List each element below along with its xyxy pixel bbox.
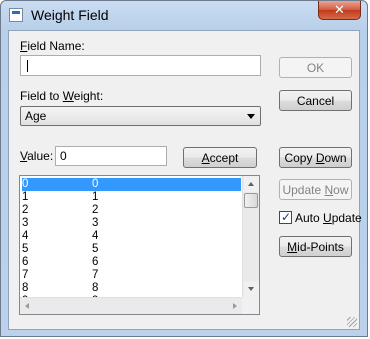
- list-item[interactable]: 55: [22, 243, 241, 256]
- field-name-input[interactable]: [20, 55, 261, 76]
- title-bar[interactable]: Weight Field ✕: [1, 1, 367, 29]
- ok-button[interactable]: OK: [279, 57, 352, 78]
- horizontal-scrollbar[interactable]: [20, 297, 242, 314]
- accept-button[interactable]: Accept: [183, 147, 257, 168]
- update-now-button[interactable]: Update Now: [279, 179, 352, 200]
- list-item[interactable]: 11: [22, 191, 241, 204]
- scroll-up-button[interactable]: [244, 176, 259, 192]
- field-name-label: Field Name:: [20, 39, 85, 53]
- window-title: Weight Field: [31, 7, 109, 23]
- scroll-thumb[interactable]: [244, 193, 258, 208]
- list-item[interactable]: 22: [22, 204, 241, 217]
- scroll-right-arrow-icon[interactable]: [233, 303, 237, 309]
- cancel-button[interactable]: Cancel: [279, 90, 352, 111]
- list-item[interactable]: 77: [22, 269, 241, 282]
- resize-grip-icon[interactable]: [347, 317, 357, 327]
- scroll-down-button[interactable]: [244, 281, 259, 297]
- field-to-weight-value: Age: [25, 109, 47, 123]
- dialog-body: Field Name: Field to Weight: Age Value: …: [8, 30, 362, 330]
- value-input[interactable]: 0: [55, 146, 167, 166]
- scroll-left-arrow-icon[interactable]: [25, 303, 29, 309]
- auto-update-checkbox[interactable]: ✓: [279, 210, 292, 224]
- list-item[interactable]: 00: [22, 178, 241, 191]
- copy-down-button[interactable]: Copy Down: [279, 147, 352, 168]
- value-text: 0: [60, 149, 67, 163]
- weight-field-dialog: Weight Field ✕ Field Name: Field to Weig…: [0, 0, 368, 337]
- chevron-down-icon: [247, 114, 255, 119]
- vertical-scrollbar[interactable]: [242, 176, 259, 297]
- close-button[interactable]: ✕: [318, 1, 361, 20]
- text-caret: [27, 60, 28, 72]
- mid-points-button[interactable]: Mid-Points: [279, 236, 352, 257]
- window-app-icon: [9, 8, 23, 22]
- value-label: Value:: [20, 149, 54, 163]
- field-to-weight-label: Field to Weight:: [20, 89, 104, 103]
- list-item[interactable]: 33: [22, 217, 241, 230]
- weights-list[interactable]: 00 11 22 33 44 55 66 77 88 99: [19, 175, 260, 315]
- scrollbar-corner: [242, 297, 259, 314]
- close-icon: ✕: [334, 2, 345, 17]
- scroll-up-arrow-icon: [248, 182, 254, 186]
- list-item[interactable]: 66: [22, 256, 241, 269]
- list-item[interactable]: 88: [22, 282, 241, 295]
- scroll-down-arrow-icon: [248, 287, 254, 291]
- auto-update-label[interactable]: Auto Update: [295, 211, 362, 225]
- checkmark-icon: ✓: [281, 210, 292, 224]
- field-to-weight-select[interactable]: Age: [20, 106, 261, 126]
- list-item[interactable]: 44: [22, 230, 241, 243]
